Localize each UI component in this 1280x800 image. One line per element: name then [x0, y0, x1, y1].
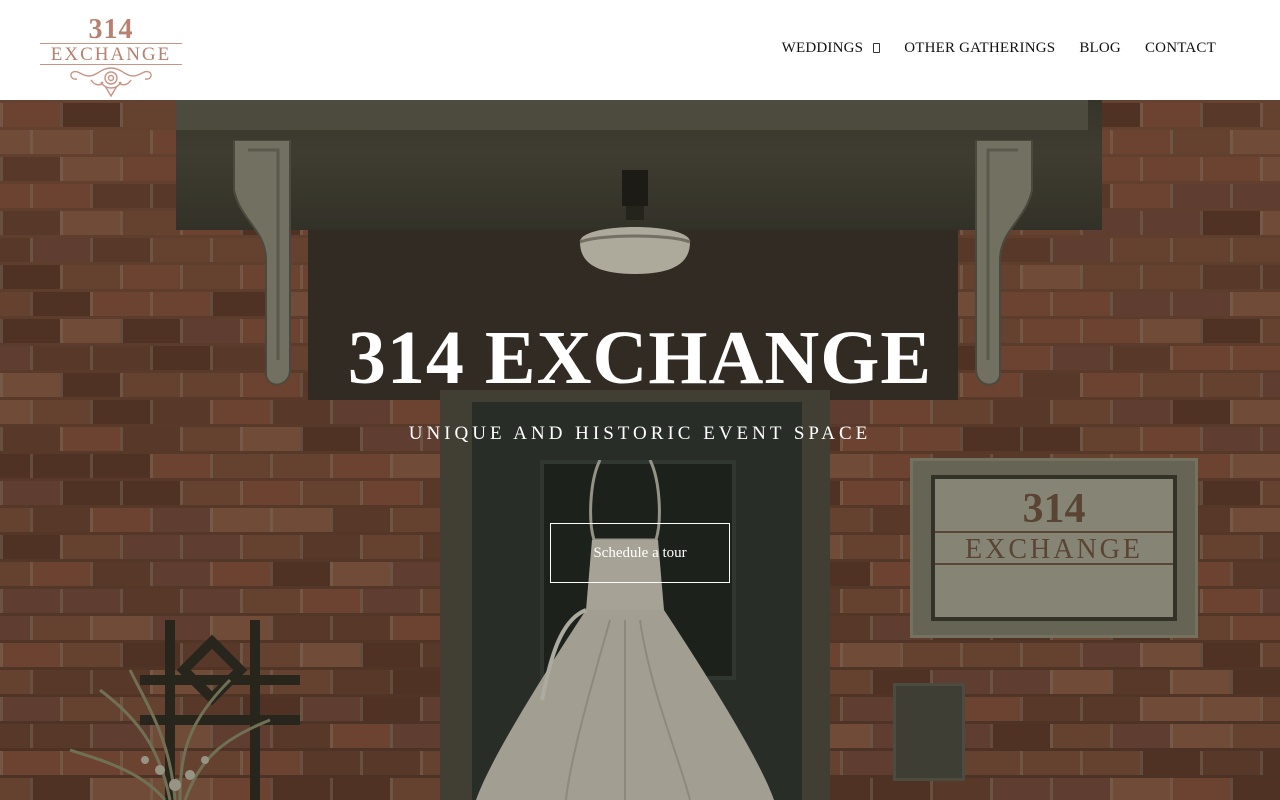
nav-blog[interactable]: BLOG [1079, 38, 1121, 58]
main-nav: WEDDINGS OTHER GATHERINGS BLOG CONTACT [782, 38, 1216, 58]
nav-contact[interactable]: CONTACT [1145, 38, 1216, 58]
logo-word: EXCHANGE [40, 43, 182, 65]
nav-weddings[interactable]: WEDDINGS [782, 38, 881, 58]
site-header: 314 EXCHANGE WEDDINGS OTHER GATHERINGS B… [0, 0, 1280, 100]
schedule-tour-button[interactable]: Schedule a tour [550, 523, 730, 583]
nav-other-gatherings-label: OTHER GATHERINGS [904, 40, 1056, 56]
hero-subtitle: UNIQUE AND HISTORIC EVENT SPACE [408, 423, 872, 444]
dropdown-toggle-icon[interactable] [873, 43, 881, 53]
logo-ornament-icon [70, 67, 152, 98]
nav-blog-label: BLOG [1079, 40, 1121, 56]
nav-other-gatherings[interactable]: OTHER GATHERINGS [904, 38, 1055, 58]
hero-section: 314 EXCHANGE 314 EXCHANGE UNIQUE AND HIS… [0, 100, 1280, 800]
nav-contact-label: CONTACT [1144, 40, 1216, 56]
hero-title: 314 EXCHANGE [347, 316, 933, 400]
site-logo[interactable]: 314 EXCHANGE [38, 14, 184, 98]
logo-number: 314 [88, 14, 134, 45]
hero-overlay [0, 100, 1280, 800]
nav-weddings-label: WEDDINGS [781, 40, 864, 56]
